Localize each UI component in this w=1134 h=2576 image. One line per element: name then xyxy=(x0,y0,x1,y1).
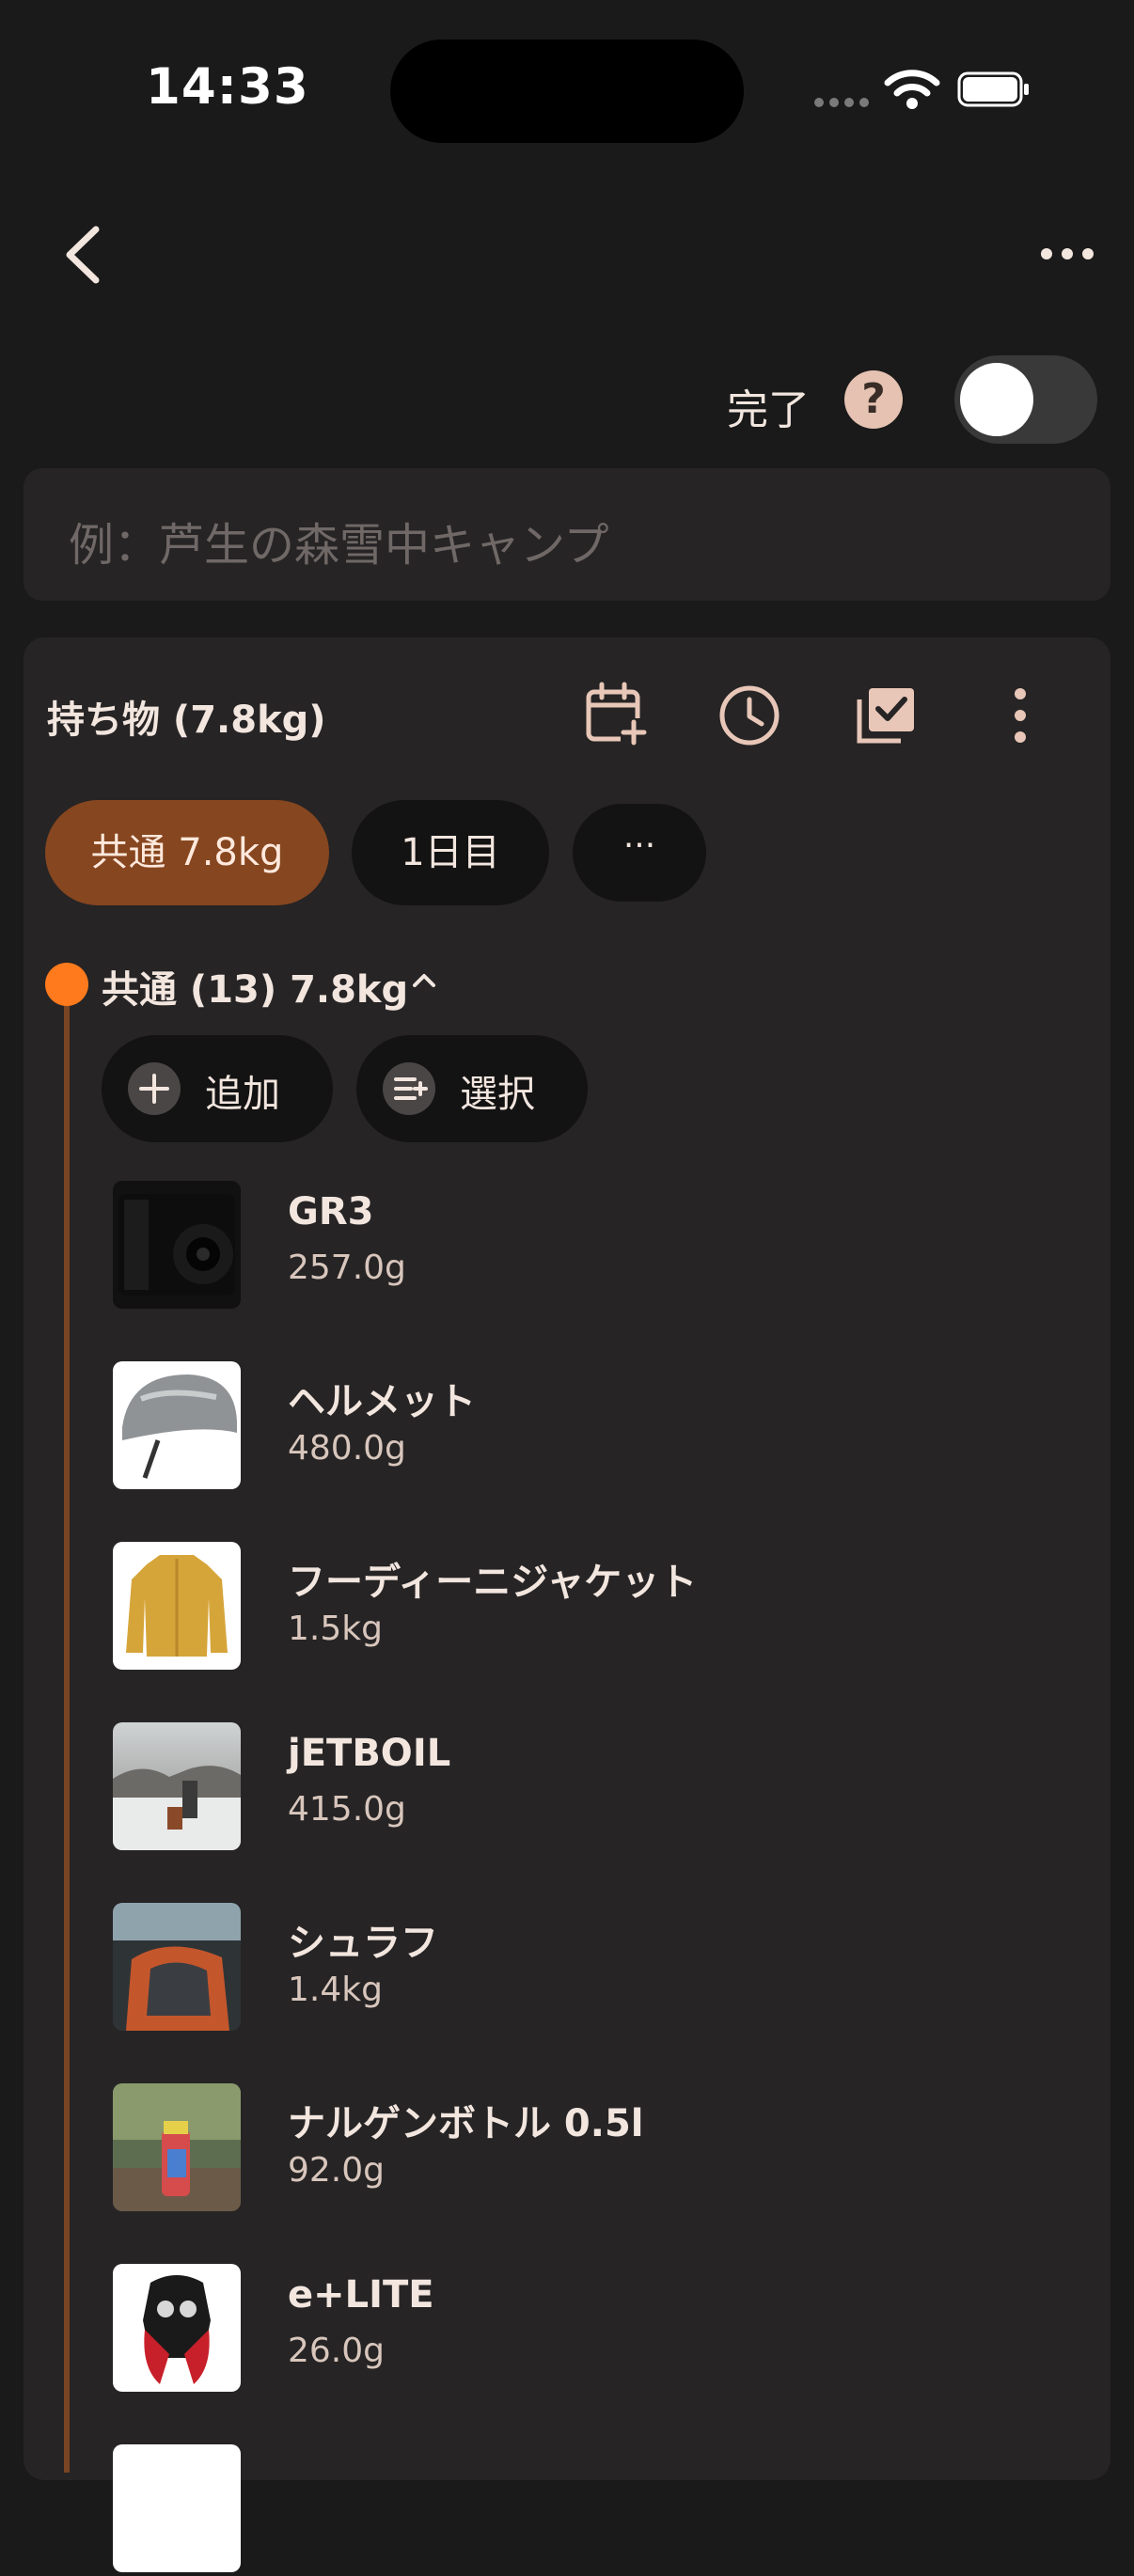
trip-title-placeholder: 例：芦生の森雪中キャンプ xyxy=(69,519,609,572)
chevron-up-icon[interactable] xyxy=(410,968,438,991)
list-item[interactable]: GR3 257.0g xyxy=(111,1181,957,1312)
back-icon[interactable] xyxy=(56,222,113,288)
item-image xyxy=(113,2083,241,2211)
trip-title-input[interactable]: 例：芦生の森雪中キャンプ xyxy=(24,468,1110,601)
item-image xyxy=(113,1542,241,1670)
item-name: ヘルメット xyxy=(288,1380,476,1423)
done-label: 完了 xyxy=(727,386,810,434)
item-name: シュラフ xyxy=(288,1922,438,1965)
done-toggle[interactable] xyxy=(954,355,1097,444)
tab-day-1[interactable]: 1日目 xyxy=(352,800,549,905)
item-weight: 480.0g xyxy=(288,1429,406,1468)
plus-icon xyxy=(128,1062,181,1115)
clock-icon[interactable] xyxy=(717,683,782,748)
list-item[interactable]: jETBOIL 415.0g xyxy=(111,1722,957,1854)
item-image xyxy=(113,1361,241,1489)
timeline-dot xyxy=(45,963,88,1006)
item-weight: 26.0g xyxy=(288,2332,386,2370)
item-weight: 1.4kg xyxy=(288,1971,383,2009)
cellular-signal-icon xyxy=(814,98,869,111)
dynamic-island xyxy=(390,39,744,143)
item-image xyxy=(113,2444,241,2572)
item-image xyxy=(113,1181,241,1309)
add-button[interactable]: 追加 xyxy=(102,1035,333,1142)
item-name: jETBOIL xyxy=(288,1732,451,1775)
select-button[interactable]: 選択 xyxy=(356,1035,588,1142)
item-image xyxy=(113,2264,241,2392)
select-list-icon xyxy=(383,1062,435,1115)
calendar-add-icon[interactable] xyxy=(583,681,649,746)
list-item[interactable]: ナルゲンボトル 0.5l 92.0g xyxy=(111,2083,957,2215)
tab-common[interactable]: 共通 7.8kg xyxy=(45,800,329,905)
list-item[interactable]: e+LITE 26.0g xyxy=(111,2264,957,2395)
tab-more[interactable]: ··· xyxy=(573,804,706,902)
item-name: フーディーニジャケット xyxy=(288,1561,698,1604)
item-weight: 92.0g xyxy=(288,2151,386,2190)
list-item[interactable]: シュラフ 1.4kg xyxy=(111,1903,957,2034)
packing-title: 持ち物 (7.8kg) xyxy=(47,699,326,742)
help-icon[interactable]: ? xyxy=(844,370,903,429)
list-item[interactable] xyxy=(111,2444,957,2576)
toggle-knob xyxy=(960,363,1033,436)
item-weight: 415.0g xyxy=(288,1790,406,1829)
more-horizontal-icon[interactable] xyxy=(1039,235,1095,273)
item-weight: 1.5kg xyxy=(288,1610,383,1648)
wifi-icon xyxy=(884,70,940,109)
select-label: 選択 xyxy=(460,1073,535,1116)
item-image xyxy=(113,1722,241,1850)
more-vertical-icon[interactable] xyxy=(1006,683,1034,748)
add-label: 追加 xyxy=(205,1073,280,1116)
checklist-icon[interactable] xyxy=(854,683,920,748)
list-item[interactable]: ヘルメット 480.0g xyxy=(111,1361,957,1493)
item-weight: 257.0g xyxy=(288,1249,406,1287)
battery-icon xyxy=(957,71,1029,107)
list-item[interactable]: フーディーニジャケット 1.5kg xyxy=(111,1542,957,1673)
item-name: e+LITE xyxy=(288,2273,434,2317)
status-time: 14:33 xyxy=(146,58,309,116)
item-image xyxy=(113,1903,241,2031)
item-name: GR3 xyxy=(288,1190,374,1233)
group-label[interactable]: 共通 (13) 7.8kg xyxy=(102,959,408,1013)
timeline-line xyxy=(64,997,70,2473)
item-name: ナルゲンボトル 0.5l xyxy=(288,2102,644,2145)
